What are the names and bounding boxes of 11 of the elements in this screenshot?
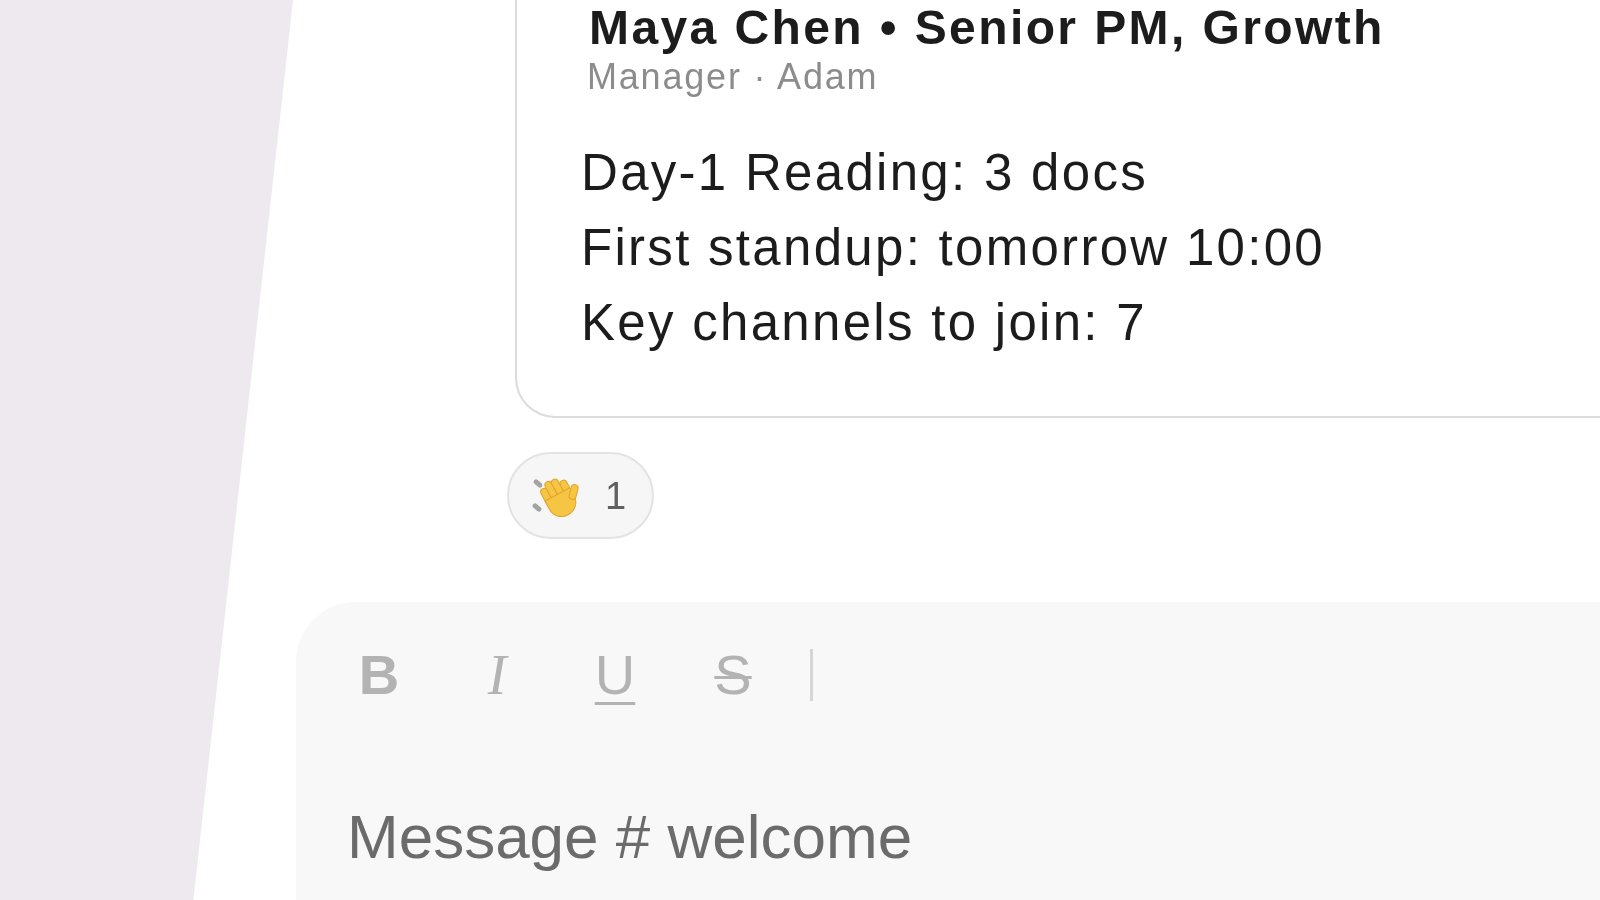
card-title: Maya Chen • Senior PM, Growth — [589, 0, 1385, 56]
reaction-button[interactable]: 1 — [507, 452, 655, 539]
message-input[interactable]: Message # welcome — [347, 801, 1497, 872]
italic-button[interactable]: I — [457, 635, 537, 715]
bold-button[interactable]: B — [339, 635, 419, 715]
card-detail-line: Key channels to join: 7 — [581, 293, 1147, 353]
underline-button[interactable]: U — [575, 635, 655, 715]
card-detail-line: Day-1 Reading: 3 docs — [581, 143, 1148, 203]
card-subtitle: Manager · Adam — [587, 56, 879, 98]
strikethrough-button[interactable]: S — [693, 635, 773, 715]
card-detail-line: First standup: tomorrow 10:00 — [581, 218, 1326, 278]
